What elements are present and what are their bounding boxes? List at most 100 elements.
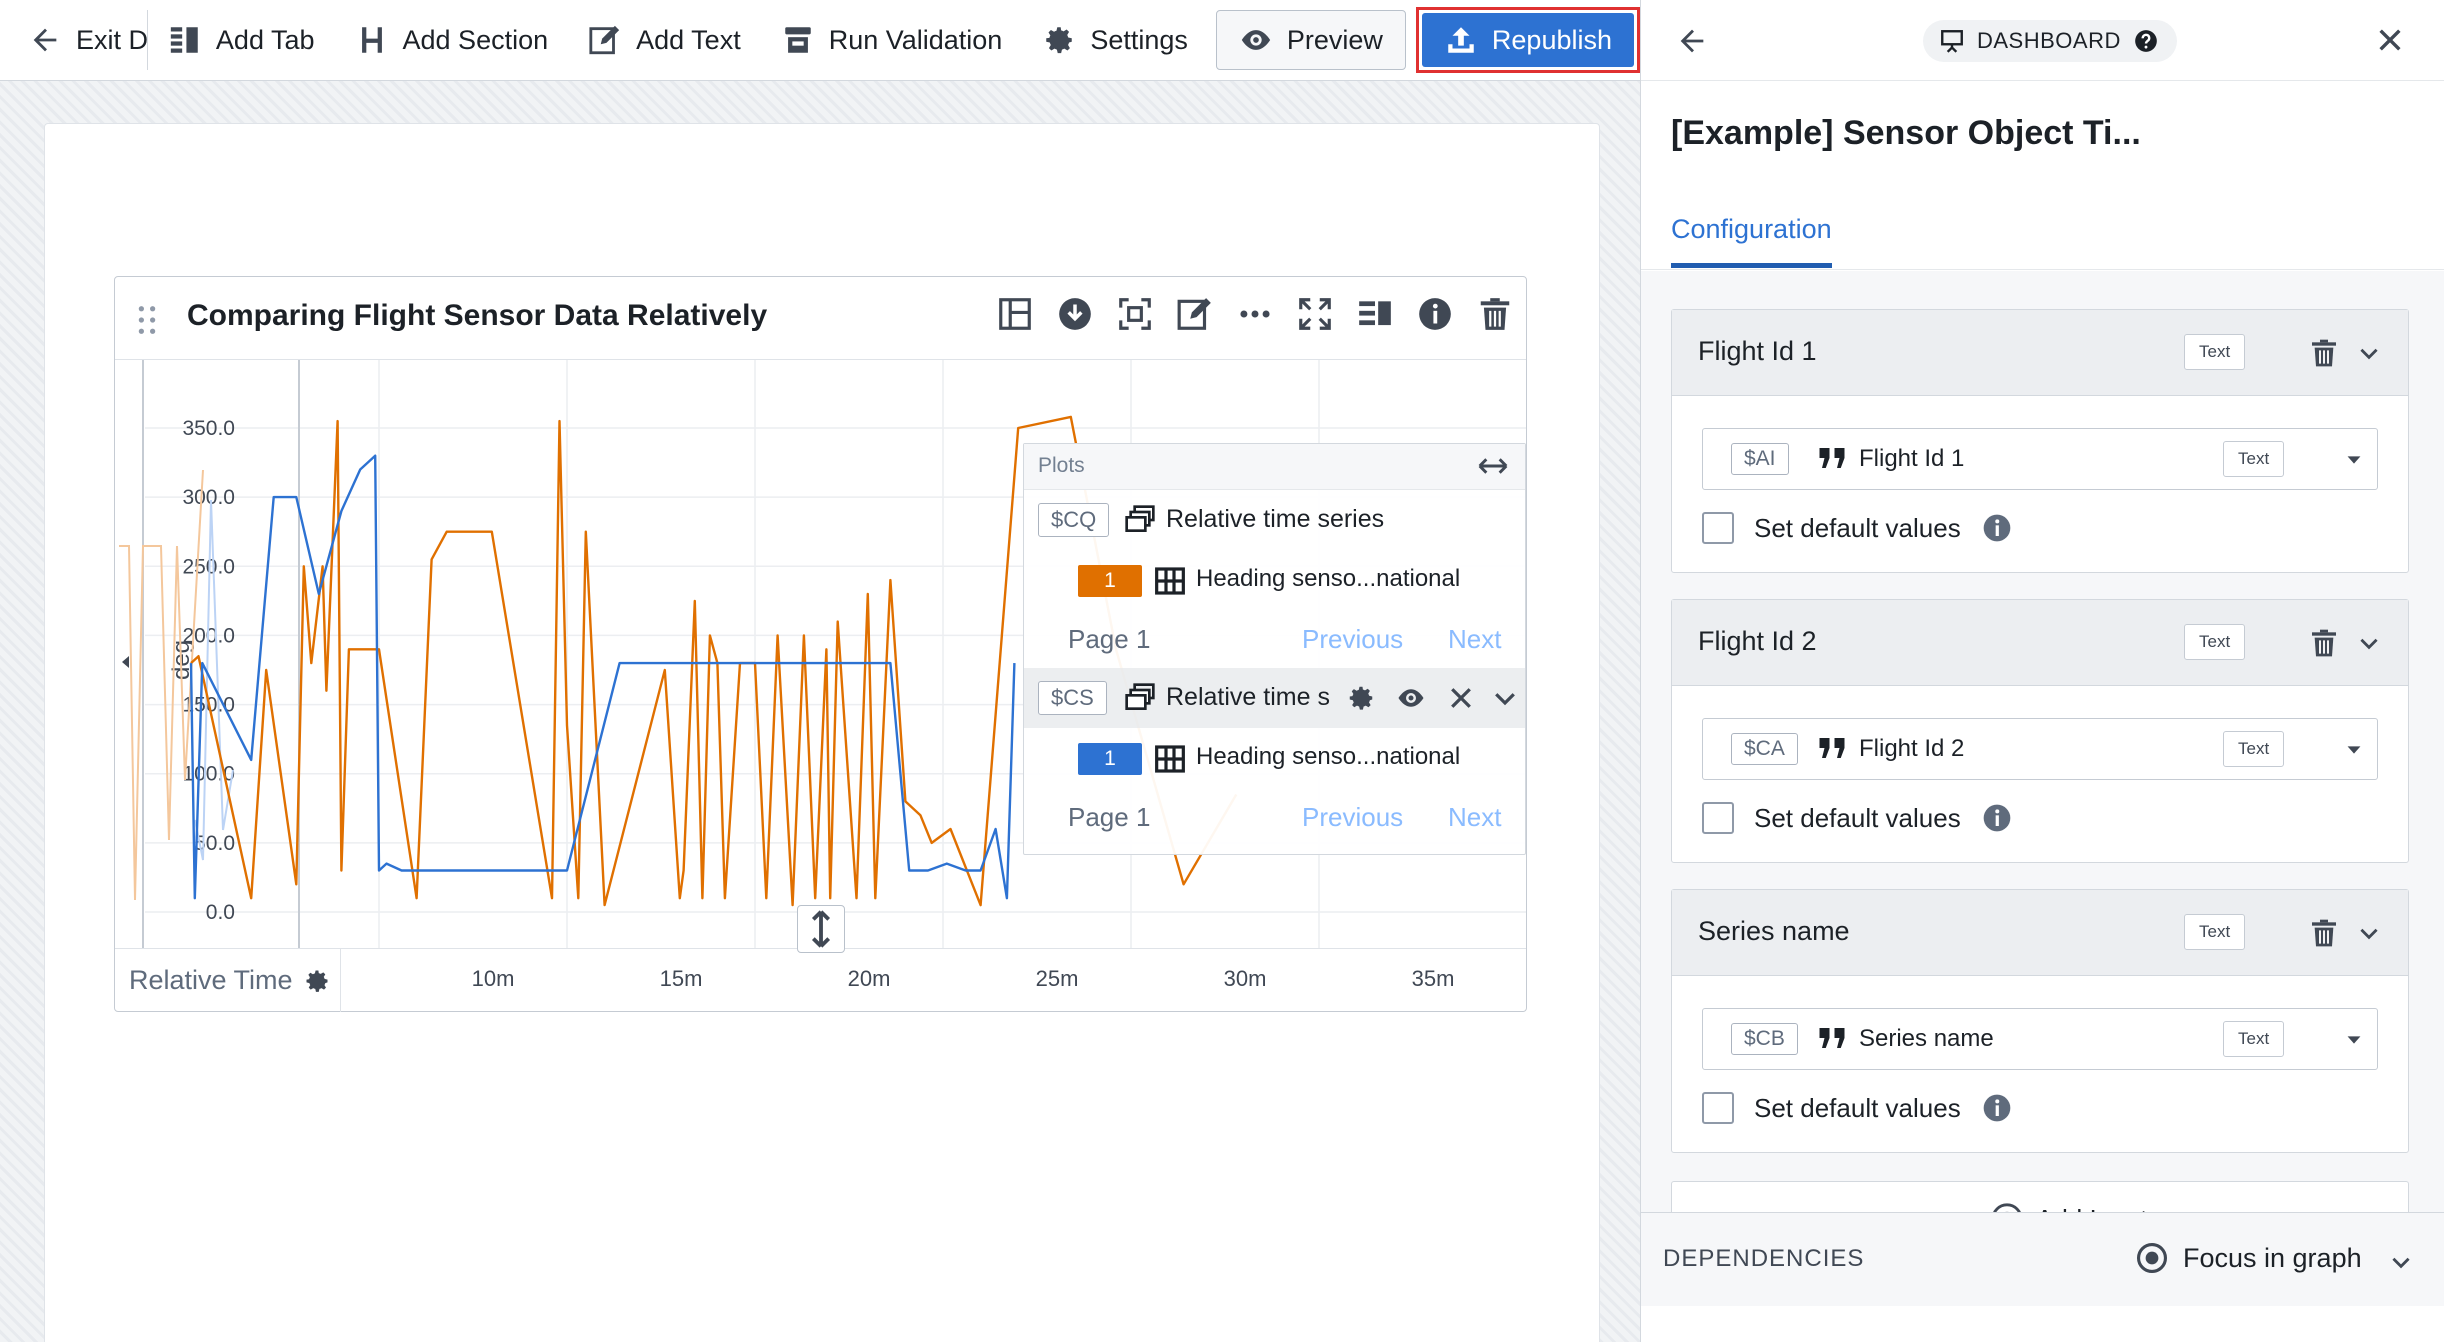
plots-panel-header: Plots <box>1024 444 1525 490</box>
caret-down-icon[interactable] <box>2343 739 2365 761</box>
add-section-label: Add Section <box>402 24 549 55</box>
more-icon[interactable] <box>1236 295 1274 333</box>
expand-horizontal-icon[interactable] <box>1477 452 1509 480</box>
drag-handle-icon[interactable] <box>137 305 157 335</box>
input-card: Flight Id 2 Text $CA Flight Id 2 Text Se… <box>1671 599 2409 863</box>
inputs-list: Flight Id 1 Text $AI Flight Id 1 Text Se… <box>1641 271 2444 1221</box>
caret-down-icon[interactable] <box>2343 1029 2365 1051</box>
default-values-label: Set default values <box>1754 1092 1961 1123</box>
chevron-down-icon[interactable] <box>2356 920 2382 946</box>
gear-icon[interactable] <box>1346 683 1376 713</box>
add-text-button[interactable]: Add Text <box>568 0 761 81</box>
input-card-header[interactable]: Flight Id 1 Text <box>1672 310 2408 396</box>
chevron-down-icon[interactable] <box>2356 630 2382 656</box>
panel-header: DASHBOARD <box>1641 0 2444 81</box>
run-validation-button[interactable]: Run Validation <box>761 0 1023 81</box>
series-row[interactable]: 1 Heading senso...national <box>1024 550 1525 610</box>
series-badge: 1 <box>1078 743 1142 775</box>
chevron-down-icon[interactable] <box>1490 683 1520 713</box>
series-row[interactable]: 1 Heading senso...national <box>1024 728 1525 788</box>
input-variable: $AI <box>1731 443 1789 475</box>
focus-in-graph-button[interactable]: Focus in graph <box>2135 1241 2362 1275</box>
info-icon[interactable] <box>1981 802 2013 834</box>
trash-icon[interactable] <box>2308 336 2340 370</box>
chevron-down-icon[interactable] <box>2388 1249 2414 1275</box>
toolbar: Exit Dashboard Add Tab Add Section Add T… <box>0 0 1640 81</box>
arrow-left-icon[interactable] <box>1675 24 1709 58</box>
next-button[interactable]: Next <box>1448 624 1501 655</box>
previous-button[interactable]: Previous <box>1302 624 1403 655</box>
settings-button[interactable]: Settings <box>1022 0 1208 81</box>
input-title: Series name <box>1698 916 1850 946</box>
default-values-label: Set default values <box>1754 802 1961 833</box>
exit-dashboard-button[interactable]: Exit Dashboard <box>0 0 147 81</box>
input-type-tag: Text <box>2184 334 2246 370</box>
help-icon[interactable] <box>2133 28 2159 54</box>
y-tick-label: 350.0 <box>182 417 235 440</box>
select-area-icon[interactable] <box>1116 295 1154 333</box>
quote-icon <box>1819 1028 1845 1048</box>
add-tab-button[interactable]: Add Tab <box>148 0 335 81</box>
panel-tabs: Configuration <box>1641 196 2444 270</box>
default-values-checkbox[interactable] <box>1702 802 1734 834</box>
chevron-down-icon[interactable] <box>2356 340 2382 366</box>
plot-row[interactable]: $CQ Relative time series <box>1024 490 1525 550</box>
trash-icon[interactable] <box>1476 295 1514 333</box>
time-series-icon <box>1125 505 1155 532</box>
caret-down-icon[interactable] <box>2343 449 2365 471</box>
previous-button[interactable]: Previous <box>1302 802 1403 833</box>
x-axis-label-button[interactable]: Relative Time <box>115 949 341 1012</box>
side-panel-icon[interactable] <box>1356 295 1394 333</box>
plot-area[interactable]: 350.0 300.0 250.0 200.0 150.0 100.0 50.0 0.0 deg… <box>115 360 1526 948</box>
input-card-header[interactable]: Series name Text <box>1672 890 2408 976</box>
x-tick-label: 15m <box>659 966 703 991</box>
input-field[interactable]: $CA Flight Id 2 Text <box>1702 718 2378 780</box>
trash-icon[interactable] <box>2308 626 2340 660</box>
x-tick-label: 25m <box>1035 966 1079 991</box>
input-title: Flight Id 1 <box>1698 336 1817 366</box>
trash-icon[interactable] <box>2308 916 2340 950</box>
x-tick-label: 35m <box>1411 966 1455 991</box>
close-icon[interactable] <box>2374 24 2406 56</box>
download-icon[interactable] <box>1056 295 1094 333</box>
plots-panel-title: Plots <box>1038 454 1085 477</box>
default-values-row: Set default values <box>1702 802 2013 834</box>
resize-handle[interactable] <box>797 905 845 953</box>
input-field-type: Text <box>2223 731 2285 767</box>
default-values-checkbox[interactable] <box>1702 512 1734 544</box>
eye-icon[interactable] <box>1396 683 1426 713</box>
tab-configuration[interactable]: Configuration <box>1671 214 1832 268</box>
plot-row[interactable]: $CS Relative time s <box>1024 668 1525 728</box>
info-icon[interactable] <box>1981 512 2013 544</box>
y-tick-label: 0.0 <box>206 901 235 924</box>
next-button[interactable]: Next <box>1448 802 1501 833</box>
input-card-header[interactable]: Flight Id 2 Text <box>1672 600 2408 686</box>
series-name: Heading senso...national <box>1196 565 1461 592</box>
info-icon[interactable] <box>1416 295 1454 333</box>
panel-title: [Example] Sensor Object Ti... <box>1671 114 2141 152</box>
info-icon[interactable] <box>1981 1092 2013 1124</box>
layout-icon[interactable] <box>996 295 1034 333</box>
input-variable: $CA <box>1731 733 1798 765</box>
input-field[interactable]: $CB Series name Text <box>1702 1008 2378 1070</box>
add-section-button[interactable]: Add Section <box>335 0 569 81</box>
settings-label: Settings <box>1090 24 1188 55</box>
add-tab-label: Add Tab <box>215 24 315 55</box>
input-card: Flight Id 1 Text $AI Flight Id 1 Text Se… <box>1671 309 2409 573</box>
chart-widget[interactable]: Comparing Flight Sensor Data Relatively … <box>114 276 1527 1012</box>
default-values-checkbox[interactable] <box>1702 1092 1734 1124</box>
input-card: Series name Text $CB Series name Text Se… <box>1671 889 2409 1153</box>
quote-icon <box>1819 448 1845 468</box>
edit-icon[interactable] <box>1176 295 1214 333</box>
fullscreen-icon[interactable] <box>1296 295 1334 333</box>
close-icon[interactable] <box>1446 683 1476 713</box>
preview-button[interactable]: Preview <box>1215 10 1406 70</box>
input-type-tag: Text <box>2184 624 2246 660</box>
dependencies-label: DEPENDENCIES <box>1663 1245 1865 1272</box>
republish-highlight: Republish <box>1415 7 1640 73</box>
input-field[interactable]: $AI Flight Id 1 Text <box>1702 428 2378 490</box>
republish-button[interactable]: Republish <box>1421 13 1634 67</box>
object-type-icon <box>1155 567 1185 595</box>
input-field-name: Flight Id 1 <box>1859 445 1965 472</box>
dependencies-bar[interactable]: DEPENDENCIES Focus in graph <box>1641 1212 2444 1306</box>
